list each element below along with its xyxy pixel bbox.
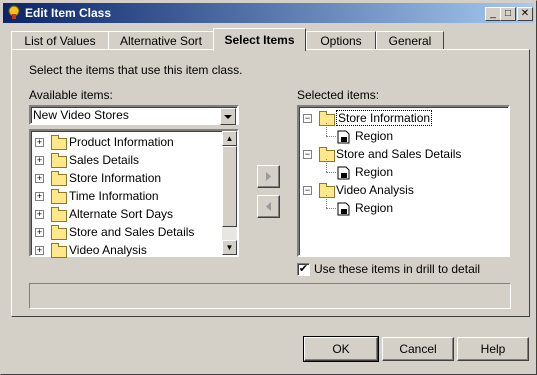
available-item-label: Store and Sales Details	[69, 225, 195, 239]
app-icon	[8, 5, 20, 19]
expand-icon[interactable]: +	[35, 174, 44, 183]
folder-icon	[51, 135, 67, 150]
arrow-right-icon	[266, 172, 271, 181]
tree-line	[326, 136, 336, 137]
remove-item-button[interactable]	[257, 195, 280, 218]
scroll-up-button[interactable]: ▲	[222, 131, 237, 146]
available-item[interactable]: + Time Information	[31, 187, 221, 205]
available-item[interactable]: + Product Information	[31, 133, 221, 151]
sql-folder-icon	[51, 207, 67, 222]
tab-alternative-sort[interactable]: Alternative Sort	[108, 31, 214, 50]
available-item[interactable]: + Store Information	[31, 169, 221, 187]
tree-line	[326, 172, 336, 173]
tree-line	[326, 195, 327, 208]
expand-icon[interactable]: +	[35, 192, 44, 201]
expand-icon[interactable]: +	[35, 138, 44, 147]
expand-icon[interactable]: +	[35, 156, 44, 165]
drill-to-detail-label[interactable]: Use these items in drill to detail	[314, 262, 480, 276]
selected-item[interactable]: Region	[299, 159, 499, 181]
selected-folder[interactable]: − Store and Sales Details	[299, 145, 499, 163]
folder-icon	[51, 171, 67, 186]
maximize-button[interactable]: □	[500, 7, 516, 21]
available-item[interactable]: + Video Analysis	[31, 241, 221, 259]
edit-item-class-dialog: Edit Item Class _ □ ✕ List of Values Alt…	[0, 0, 537, 375]
available-item-label: Time Information	[69, 189, 159, 203]
open-folder-icon	[319, 147, 335, 162]
add-item-button[interactable]	[257, 165, 280, 188]
selected-folder[interactable]: − Video Analysis	[299, 181, 499, 199]
tab-list-of-values[interactable]: List of Values	[11, 31, 109, 50]
tree-line	[326, 208, 336, 209]
available-items-label: Available items:	[29, 88, 113, 102]
selected-folder[interactable]: − Store Information	[299, 109, 499, 127]
available-scrollbar[interactable]: ▲ ▼	[222, 131, 237, 255]
selected-items-tree[interactable]: − Store Information Region − Store and Sales…	[297, 105, 510, 257]
complex-folder-icon	[51, 243, 67, 258]
collapse-icon[interactable]: −	[303, 150, 312, 159]
available-item[interactable]: + Sales Details	[31, 151, 221, 169]
drill-to-detail-checkbox[interactable]: ✔	[297, 263, 310, 276]
dimension-item-icon	[337, 130, 350, 144]
collapse-icon[interactable]: −	[303, 186, 312, 195]
available-item-label: Store Information	[69, 171, 162, 185]
available-item-label: Alternate Sort Days	[69, 207, 174, 221]
available-item-label: Video Analysis	[69, 243, 147, 257]
available-item[interactable]: + Store and Sales Details	[31, 223, 221, 241]
minimize-button[interactable]: _	[485, 7, 501, 21]
selected-item-label: Region	[355, 201, 394, 215]
scroll-down-button[interactable]: ▼	[222, 240, 237, 255]
tab-options[interactable]: Options	[306, 31, 376, 50]
selected-folder-label: Video Analysis	[336, 183, 414, 197]
folder-icon	[51, 153, 67, 168]
tree-line	[326, 159, 327, 172]
expand-icon[interactable]: +	[35, 210, 44, 219]
expand-icon[interactable]: +	[35, 246, 44, 255]
available-items-tree[interactable]: + Product Information + Sales Details + Store…	[29, 129, 239, 259]
window-title: Edit Item Class	[25, 6, 112, 20]
arrow-left-icon	[266, 202, 271, 211]
open-folder-icon	[319, 183, 335, 198]
description-area	[29, 283, 511, 309]
title-bar[interactable]: Edit Item Class _ □ ✕	[3, 3, 534, 23]
dimension-item-icon	[337, 166, 350, 180]
selected-folder-label: Store and Sales Details	[336, 147, 462, 161]
class-combo-box[interactable]: New Video Stores	[29, 105, 239, 125]
available-item[interactable]: + Alternate Sort Days	[31, 205, 221, 223]
chevron-down-icon	[224, 115, 232, 119]
selected-item-label: Region	[355, 165, 394, 179]
help-button[interactable]: Help	[457, 337, 529, 361]
ok-button[interactable]: OK	[303, 336, 379, 362]
tab-general[interactable]: General	[376, 31, 444, 50]
selected-item[interactable]: Region	[299, 123, 499, 145]
available-item-label: Sales Details	[69, 153, 140, 167]
scroll-thumb[interactable]	[222, 146, 237, 227]
selected-item[interactable]: Region	[299, 195, 499, 217]
dimension-item-icon	[337, 202, 350, 216]
collapse-icon[interactable]: −	[303, 114, 312, 123]
tree-line	[326, 123, 327, 136]
combo-value: New Video Stores	[33, 108, 129, 122]
complex-folder-icon	[51, 225, 67, 240]
open-folder-icon	[319, 111, 335, 126]
folder-icon	[51, 189, 67, 204]
selected-items-label: Selected items:	[297, 88, 380, 102]
selected-folder-label: Store Information	[336, 110, 433, 126]
cancel-button[interactable]: Cancel	[382, 337, 454, 361]
expand-icon[interactable]: +	[35, 228, 44, 237]
combo-dropdown-button[interactable]	[220, 108, 236, 125]
instruction-text: Select the items that use this item clas…	[29, 63, 243, 77]
available-item-label: Product Information	[69, 135, 174, 149]
selected-item-label: Region	[355, 129, 394, 143]
tab-select-items[interactable]: Select Items	[213, 28, 306, 51]
close-button[interactable]: ✕	[517, 7, 533, 21]
